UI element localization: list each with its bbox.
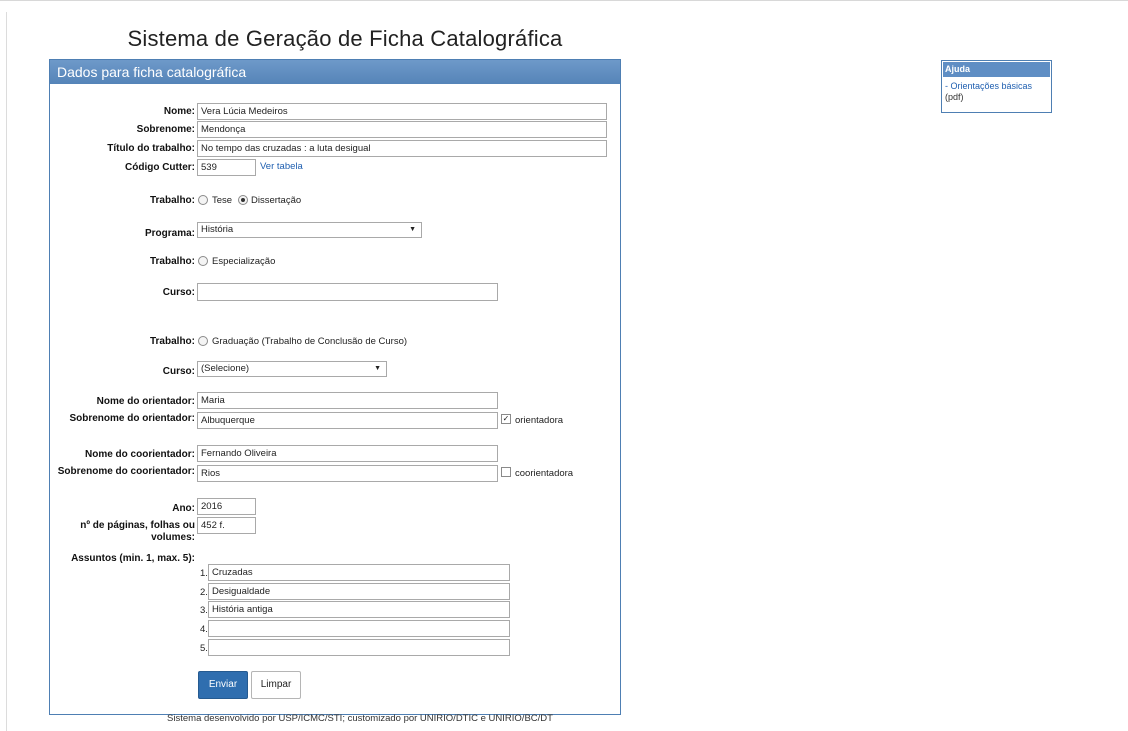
programa-select[interactable]: História ▼: [197, 222, 422, 238]
cutter-input[interactable]: 539: [197, 159, 256, 176]
orientadora-label: orientadora: [515, 415, 564, 426]
limpar-button[interactable]: Limpar: [251, 671, 301, 699]
curso-grad-label: Curso:: [162, 366, 195, 377]
top-divider: [0, 0, 1128, 1]
dissertacao-label: Dissertação: [251, 195, 302, 206]
orientador-nome-input[interactable]: Maria: [197, 392, 498, 409]
paginas-input[interactable]: 452 f.: [197, 517, 256, 534]
trabalho-label: Trabalho:: [149, 195, 195, 206]
assunto-input[interactable]: [208, 620, 510, 637]
left-divider: [6, 12, 7, 731]
coorientadora-checkbox[interactable]: [501, 467, 511, 477]
assunto-input[interactable]: História antiga: [208, 601, 510, 618]
tese-label: Tese: [212, 195, 233, 206]
footer-credits: Sistema desenvolvido por USP/ICMC/STI; c…: [167, 713, 553, 724]
curso-grad-selected: (Selecione): [201, 363, 250, 374]
graduacao-radio[interactable]: [198, 336, 208, 346]
nome-label: Nome:: [163, 106, 195, 117]
nome-input[interactable]: Vera Lúcia Medeiros: [197, 103, 607, 120]
titulo-input[interactable]: No tempo das cruzadas : a luta desigual: [197, 140, 607, 157]
especializacao-label: Especialização: [212, 256, 276, 267]
sobrenome-label: Sobrenome:: [136, 124, 195, 135]
cutter-label: Código Cutter:: [125, 162, 195, 173]
titulo-label: Título do trabalho:: [107, 143, 195, 154]
assunto-number: 2.: [200, 587, 208, 598]
assunto-input[interactable]: [208, 639, 510, 656]
coorientadora-label: coorientadora: [515, 468, 574, 479]
ano-label: Ano:: [172, 503, 195, 514]
orientacoes-basicas-link[interactable]: - Orientações básicas (pdf): [945, 81, 1049, 103]
chevron-down-icon: ▼: [409, 226, 416, 233]
ano-input[interactable]: 2016: [197, 498, 256, 515]
orientadora-checkbox[interactable]: ✓: [501, 414, 511, 424]
coorientador-nome-label: Nome do coorientador:: [84, 449, 195, 460]
graduacao-label: Graduação (Trabalho de Conclusão de Curs…: [212, 336, 408, 347]
ver-tabela-link[interactable]: Ver tabela: [260, 161, 303, 172]
help-box: Ajuda - Orientações básicas (pdf): [941, 60, 1052, 113]
enviar-button[interactable]: Enviar: [198, 671, 248, 699]
trabalho-esp-label: Trabalho:: [149, 256, 195, 267]
assunto-number: 4.: [200, 624, 208, 635]
assunto-number: 3.: [200, 605, 208, 616]
orientador-sobrenome-label: Sobrenome do orientador:: [69, 413, 195, 424]
page-title: Sistema de Geração de Ficha Catalográfic…: [127, 26, 563, 51]
orientacoes-basicas-text: - Orientações básicas: [945, 81, 1033, 91]
assunto-number: 5.: [200, 643, 208, 654]
orientador-sobrenome-input[interactable]: Albuquerque: [197, 412, 498, 429]
assunto-input[interactable]: Desigualdade: [208, 583, 510, 600]
help-title: Ajuda: [943, 62, 1050, 77]
programa-label: Programa:: [144, 228, 195, 239]
pdf-suffix: (pdf): [945, 92, 964, 102]
chevron-down-icon: ▼: [374, 365, 381, 372]
curso-esp-label: Curso:: [162, 287, 195, 298]
dissertacao-radio[interactable]: [238, 195, 248, 205]
coorientador-nome-input[interactable]: Fernando Oliveira: [197, 445, 498, 462]
curso-grad-select[interactable]: (Selecione) ▼: [197, 361, 387, 377]
programa-selected: História: [201, 224, 234, 235]
assunto-input[interactable]: Cruzadas: [208, 564, 510, 581]
panel-header: Dados para ficha catalográfica: [50, 60, 620, 84]
sobrenome-input[interactable]: Mendonça: [197, 121, 607, 138]
orientador-nome-label: Nome do orientador:: [96, 396, 195, 407]
curso-esp-input[interactable]: [197, 283, 498, 301]
coorientador-sobrenome-label: Sobrenome do coorientador:: [57, 466, 195, 477]
paginas-label: nº de páginas, folhas ou volumes:: [80, 520, 195, 543]
coorientador-sobrenome-input[interactable]: Rios: [197, 465, 498, 482]
assunto-number: 1.: [200, 568, 208, 579]
trabalho-grad-label: Trabalho:: [149, 336, 195, 347]
tese-radio[interactable]: [198, 195, 208, 205]
especializacao-radio[interactable]: [198, 256, 208, 266]
assuntos-label: Assuntos (min. 1, max. 5):: [71, 553, 195, 564]
